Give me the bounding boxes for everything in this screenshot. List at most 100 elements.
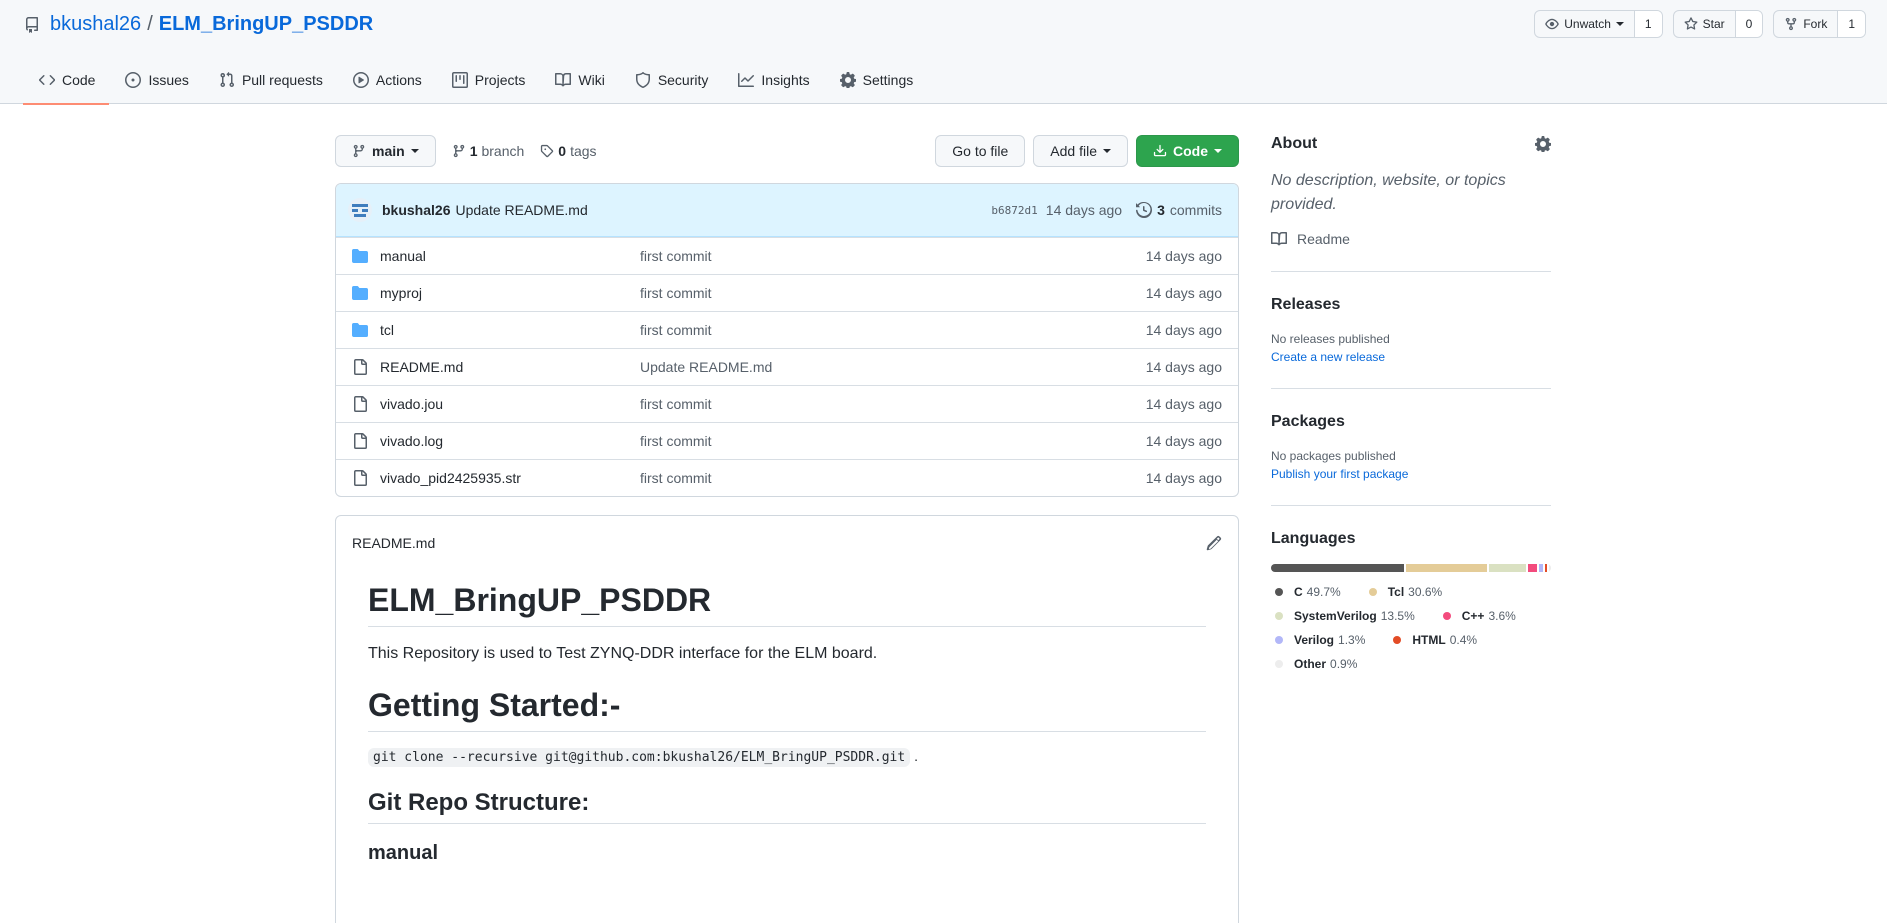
code-download-button[interactable]: Code xyxy=(1136,135,1239,167)
commit-message[interactable]: Update README.md xyxy=(455,202,587,218)
tab-insights-label: Insights xyxy=(761,71,810,88)
language-percent: 0.9% xyxy=(1330,657,1358,671)
file-row[interactable]: tcl first commit 14 days ago xyxy=(336,311,1238,348)
language-item[interactable]: C++ 3.6% xyxy=(1442,609,1516,623)
file-row[interactable]: myproj first commit 14 days ago xyxy=(336,274,1238,311)
file-commit-message[interactable]: first commit xyxy=(640,322,1146,338)
file-name[interactable]: manual xyxy=(380,248,640,264)
gear-icon[interactable] xyxy=(1535,136,1551,152)
readme-filename[interactable]: README.md xyxy=(352,535,435,551)
create-release-link[interactable]: Create a new release xyxy=(1271,350,1551,364)
releases-title[interactable]: Releases xyxy=(1271,296,1551,314)
packages-section: Packages No packages published Publish y… xyxy=(1271,413,1551,506)
go-to-file-button[interactable]: Go to file xyxy=(935,135,1026,167)
repo-title: bkushal26 / ELM_BringUP_PSDDR xyxy=(24,13,373,36)
file-commit-message[interactable]: first commit xyxy=(640,396,1146,412)
file-commit-message[interactable]: first commit xyxy=(640,433,1146,449)
file-name[interactable]: vivado.jou xyxy=(380,396,640,412)
file-commit-message[interactable]: first commit xyxy=(640,470,1146,486)
language-bar-segment xyxy=(1544,564,1547,572)
tab-code-label: Code xyxy=(62,71,96,88)
star-button[interactable]: Star xyxy=(1674,11,1735,37)
tab-issues[interactable]: Issues xyxy=(109,61,202,104)
readme-link[interactable]: Readme xyxy=(1271,231,1551,247)
readme-header: README.md xyxy=(336,516,1238,570)
fork-count[interactable]: 1 xyxy=(1837,11,1865,37)
fork-button[interactable]: Fork xyxy=(1774,11,1837,37)
language-bar-segment xyxy=(1527,564,1538,572)
language-percent: 1.3% xyxy=(1338,633,1366,647)
branch-count: 1 xyxy=(469,143,478,159)
avatar[interactable] xyxy=(348,198,372,222)
watch-button[interactable]: Unwatch xyxy=(1535,11,1634,37)
pencil-icon[interactable] xyxy=(1206,535,1222,551)
tab-actions[interactable]: Actions xyxy=(337,61,436,104)
file-age: 14 days ago xyxy=(1145,396,1222,412)
file-row[interactable]: vivado.jou first commit 14 days ago xyxy=(336,385,1238,422)
file-row[interactable]: manual first commit 14 days ago xyxy=(336,237,1238,274)
file-icon xyxy=(354,433,367,449)
file-row[interactable]: vivado.log first commit 14 days ago xyxy=(336,422,1238,459)
file-name[interactable]: myproj xyxy=(380,285,640,301)
tag-count: 0 xyxy=(558,143,567,159)
tab-insights[interactable]: Insights xyxy=(722,61,823,104)
add-file-label: Add file xyxy=(1050,143,1097,159)
fork-button-group: Fork 1 xyxy=(1773,10,1866,38)
star-count[interactable]: 0 xyxy=(1734,11,1763,37)
language-item[interactable]: Tcl 30.6% xyxy=(1368,585,1442,599)
language-percent: 3.6% xyxy=(1488,609,1516,623)
commit-author[interactable]: bkushal26 xyxy=(382,202,450,218)
tab-settings[interactable]: Settings xyxy=(824,61,928,104)
file-icon xyxy=(354,359,367,375)
tab-security[interactable]: Security xyxy=(619,61,723,104)
language-color-dot xyxy=(1393,636,1402,644)
tab-pull-requests[interactable]: Pull requests xyxy=(203,61,337,104)
tab-projects[interactable]: Projects xyxy=(436,61,540,104)
eye-icon xyxy=(1545,18,1560,30)
file-name[interactable]: vivado.log xyxy=(380,433,640,449)
file-row[interactable]: vivado_pid2425935.str first commit 14 da… xyxy=(336,459,1238,496)
commits-link[interactable]: 3 commits xyxy=(1136,202,1222,218)
chevron-down-icon xyxy=(1214,149,1222,153)
packages-title[interactable]: Packages xyxy=(1271,413,1551,431)
branch-select-button[interactable]: main xyxy=(335,135,436,167)
tab-settings-label: Settings xyxy=(862,71,914,88)
file-name[interactable]: README.md xyxy=(380,359,640,375)
language-percent: 49.7% xyxy=(1306,585,1341,599)
tab-wiki[interactable]: Wiki xyxy=(539,61,618,104)
language-item[interactable]: Verilog 1.3% xyxy=(1275,633,1365,647)
language-bar-segment xyxy=(1489,564,1526,572)
watch-button-group: Unwatch 1 xyxy=(1534,10,1663,38)
language-color-dot xyxy=(1275,660,1283,668)
language-list: C 49.7% Tcl 30.6% SystemVerilog 13.5% C++ 3.6% V… xyxy=(1271,580,1551,676)
fork-label: Fork xyxy=(1803,17,1828,31)
commit-sha[interactable]: b6872d1 xyxy=(991,204,1037,217)
repo-name-link[interactable]: ELM_BringUP_PSDDR xyxy=(159,13,373,36)
publish-package-link[interactable]: Publish your first package xyxy=(1271,467,1551,481)
history-icon xyxy=(1136,202,1153,218)
repo-sidebar: About No description, website, or topics… xyxy=(1271,135,1551,676)
language-item[interactable]: Other 0.9% xyxy=(1275,657,1357,671)
watch-count[interactable]: 1 xyxy=(1633,11,1662,37)
readme-panel: README.md ELM_BringUP_PSDDR This Reposit… xyxy=(335,515,1239,923)
language-item[interactable]: SystemVerilog 13.5% xyxy=(1275,609,1415,623)
languages-title: Languages xyxy=(1271,530,1356,547)
language-color-dot xyxy=(1275,588,1283,596)
add-file-button[interactable]: Add file xyxy=(1033,135,1128,167)
language-item[interactable]: C 49.7% xyxy=(1275,585,1341,599)
file-name[interactable]: vivado_pid2425935.str xyxy=(380,470,640,486)
repo-owner-link[interactable]: bkushal26 xyxy=(50,13,141,36)
file-age: 14 days ago xyxy=(1145,433,1222,449)
branches-link[interactable]: 1 branch xyxy=(452,143,524,159)
language-color-dot xyxy=(1275,636,1283,644)
language-item[interactable]: HTML 0.4% xyxy=(1393,633,1477,647)
tab-code[interactable]: Code xyxy=(23,61,110,105)
file-commit-message[interactable]: first commit xyxy=(640,285,1146,301)
file-commit-message[interactable]: Update README.md xyxy=(640,359,1146,375)
file-commit-message[interactable]: first commit xyxy=(640,248,1146,264)
file-row[interactable]: README.md Update README.md 14 days ago xyxy=(336,348,1238,385)
language-name: SystemVerilog xyxy=(1294,609,1377,623)
language-percent: 0.4% xyxy=(1449,633,1478,647)
file-name[interactable]: tcl xyxy=(380,322,640,338)
tags-link[interactable]: 0 tags xyxy=(540,143,597,159)
